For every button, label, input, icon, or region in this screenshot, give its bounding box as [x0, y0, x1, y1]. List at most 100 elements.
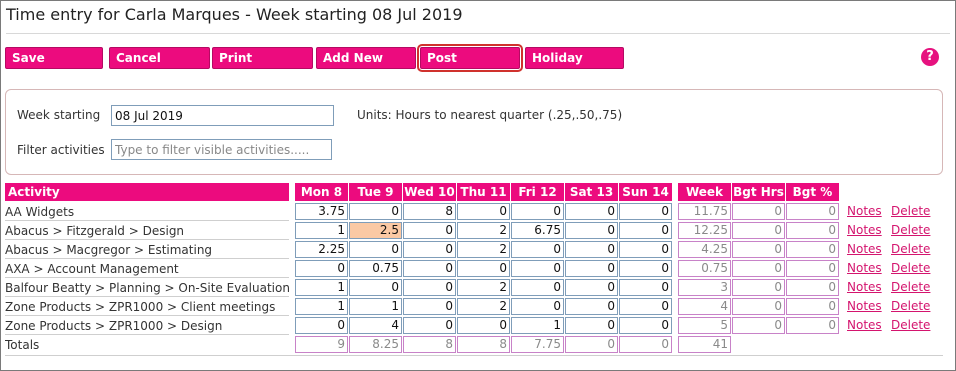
- activity-name: Abacus > Fitzgerald > Design: [5, 222, 289, 240]
- budget-hours: 0: [732, 317, 785, 334]
- hours-input-sun[interactable]: 0: [619, 317, 672, 334]
- totals-label: Totals: [5, 338, 40, 352]
- hours-input-thu[interactable]: 2: [457, 298, 510, 315]
- hours-input-sun[interactable]: 0: [619, 279, 672, 296]
- hours-input-fri[interactable]: 1: [511, 317, 564, 334]
- hours-input-wed[interactable]: 0: [403, 298, 456, 315]
- hours-input-mon[interactable]: 1: [295, 298, 348, 315]
- hours-input-sat[interactable]: 0: [565, 241, 618, 258]
- hours-input-thu[interactable]: 0: [457, 203, 510, 220]
- hours-input-sun[interactable]: 0: [619, 298, 672, 315]
- cancel-button[interactable]: Cancel: [109, 47, 210, 69]
- hours-input-wed[interactable]: 0: [403, 222, 456, 239]
- hours-input-fri[interactable]: 0: [511, 279, 564, 296]
- hours-input-mon[interactable]: 0: [295, 317, 348, 334]
- bottom-divider: [5, 355, 943, 356]
- delete-link[interactable]: Delete: [891, 240, 930, 258]
- holiday-button[interactable]: Holiday: [525, 47, 624, 69]
- activity-name: AA Widgets: [5, 203, 289, 221]
- grand-total: 41: [678, 336, 731, 353]
- header-sun: Sun 14: [619, 183, 672, 201]
- header-thu: Thu 11: [457, 183, 510, 201]
- hours-input-fri[interactable]: 0: [511, 298, 564, 315]
- filter-activities-input[interactable]: [111, 139, 332, 160]
- week-starting-input[interactable]: [111, 105, 334, 126]
- hours-input-fri[interactable]: 6.75: [511, 222, 564, 239]
- hours-input-thu[interactable]: 0: [457, 317, 510, 334]
- week-total: 0.75: [678, 260, 731, 277]
- hours-input-wed[interactable]: 0: [403, 279, 456, 296]
- delete-link[interactable]: Delete: [891, 316, 930, 334]
- hours-input-tue[interactable]: 2.5: [349, 222, 402, 239]
- hours-input-fri[interactable]: 0: [511, 260, 564, 277]
- header-bgt-hrs: Bgt Hrs: [732, 183, 785, 201]
- hours-input-mon[interactable]: 2.25: [295, 241, 348, 258]
- hours-input-tue[interactable]: 0.75: [349, 260, 402, 277]
- hours-input-sat[interactable]: 0: [565, 260, 618, 277]
- notes-link[interactable]: Notes: [847, 259, 882, 277]
- hours-input-tue[interactable]: 1: [349, 298, 402, 315]
- hours-input-sat[interactable]: 0: [565, 298, 618, 315]
- budget-hours: 0: [732, 260, 785, 277]
- hours-input-tue[interactable]: 4: [349, 317, 402, 334]
- hours-input-sun[interactable]: 0: [619, 260, 672, 277]
- day-total-tue: 8.25: [349, 336, 402, 353]
- hours-input-wed[interactable]: 0: [403, 317, 456, 334]
- hours-input-sun[interactable]: 0: [619, 222, 672, 239]
- header-tue: Tue 9: [349, 183, 402, 201]
- notes-link[interactable]: Notes: [847, 297, 882, 315]
- post-button[interactable]: Post: [417, 44, 523, 72]
- hours-input-fri[interactable]: 0: [511, 203, 564, 220]
- title-divider: [6, 33, 950, 34]
- day-total-sat: 0: [565, 336, 618, 353]
- hours-input-mon[interactable]: 3.75: [295, 203, 348, 220]
- hours-input-thu[interactable]: 2: [457, 279, 510, 296]
- hours-input-mon[interactable]: 0: [295, 260, 348, 277]
- header-bgt-pct: Bgt %: [786, 183, 839, 201]
- hours-input-sat[interactable]: 0: [565, 222, 618, 239]
- hours-input-sun[interactable]: 0: [619, 203, 672, 220]
- activity-name: Balfour Beatty > Planning > On-Site Eval…: [5, 281, 289, 297]
- print-button[interactable]: Print: [212, 47, 313, 69]
- activity-name: AXA > Account Management: [5, 260, 289, 278]
- add-new-button[interactable]: Add New: [316, 47, 416, 69]
- week-total: 12.25: [678, 222, 731, 239]
- budget-hours: 0: [732, 298, 785, 315]
- delete-link[interactable]: Delete: [891, 278, 930, 296]
- notes-link[interactable]: Notes: [847, 278, 882, 296]
- hours-input-wed[interactable]: 8: [403, 203, 456, 220]
- help-icon[interactable]: ?: [921, 48, 939, 66]
- hours-input-mon[interactable]: 1: [295, 222, 348, 239]
- units-note: Units: Hours to nearest quarter (.25,.50…: [357, 108, 623, 122]
- hours-input-fri[interactable]: 0: [511, 241, 564, 258]
- hours-input-wed[interactable]: 0: [403, 260, 456, 277]
- hours-input-tue[interactable]: 0: [349, 241, 402, 258]
- hours-input-thu[interactable]: 2: [457, 222, 510, 239]
- hours-input-tue[interactable]: 0: [349, 203, 402, 220]
- delete-link[interactable]: Delete: [891, 297, 930, 315]
- notes-link[interactable]: Notes: [847, 240, 882, 258]
- header-sat: Sat 13: [565, 183, 618, 201]
- day-total-mon: 9: [295, 336, 348, 353]
- hours-input-sat[interactable]: 0: [565, 279, 618, 296]
- delete-link[interactable]: Delete: [891, 221, 930, 239]
- hours-input-thu[interactable]: 2: [457, 241, 510, 258]
- hours-input-tue[interactable]: 0: [349, 279, 402, 296]
- day-total-sun: 0: [619, 336, 672, 353]
- hours-input-mon[interactable]: 1: [295, 279, 348, 296]
- hours-input-sat[interactable]: 0: [565, 203, 618, 220]
- budget-hours: 0: [732, 279, 785, 296]
- notes-link[interactable]: Notes: [847, 316, 882, 334]
- hours-input-sun[interactable]: 0: [619, 241, 672, 258]
- hours-input-thu[interactable]: 0: [457, 260, 510, 277]
- save-button[interactable]: Save: [5, 47, 103, 69]
- hours-input-sat[interactable]: 0: [565, 317, 618, 334]
- notes-link[interactable]: Notes: [847, 221, 882, 239]
- hours-input-wed[interactable]: 0: [403, 241, 456, 258]
- budget-hours: 0: [732, 222, 785, 239]
- header-mon: Mon 8: [295, 183, 348, 201]
- delete-link[interactable]: Delete: [891, 202, 930, 220]
- header-week: Week: [678, 183, 731, 201]
- delete-link[interactable]: Delete: [891, 259, 930, 277]
- notes-link[interactable]: Notes: [847, 202, 882, 220]
